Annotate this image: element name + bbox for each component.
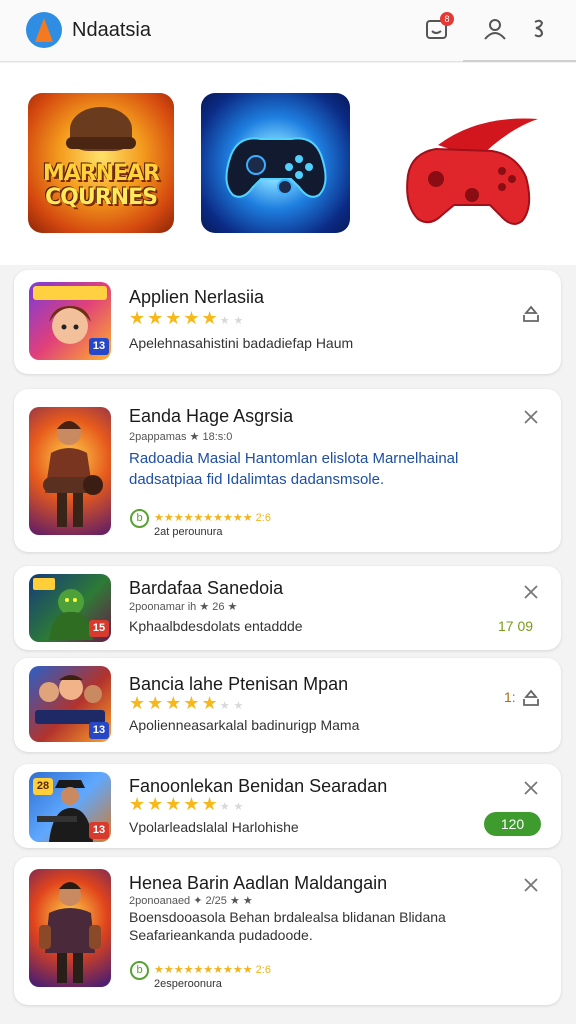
app-card[interactable]: 28 13 Fanoonlekan Benidan Searadan ★★★★★… — [14, 764, 561, 848]
app-title: Ndaatsia — [72, 19, 151, 41]
warrior-art — [43, 421, 103, 527]
app-title: Henea Barin Aadlan Maldangain — [129, 873, 388, 893]
star-rating: ★★★★★★★ — [129, 794, 248, 814]
app-title: Bancia lahe Ptenisan Mpan — [129, 674, 349, 694]
app-description-line1: Radoadia Masial Hantomlan elislota Marne… — [129, 450, 459, 467]
app-thumbnail: 13 — [29, 282, 111, 360]
promo-tile-controller[interactable] — [201, 93, 350, 233]
app-meta: 2poonamar ih ★ 26 ★ — [129, 601, 238, 613]
app-meta: 2ponoanaed ✦ 2/25 ★ ★ — [129, 895, 253, 907]
promo-tile-courses[interactable]: MARNEAR CQURNES — [28, 93, 174, 233]
app-subtext: 2at perounura — [154, 526, 223, 538]
app-description-line2: Seafarieankanda pudadoode. — [129, 927, 313, 943]
profile-icon[interactable] — [482, 16, 508, 42]
tab-indicator — [463, 60, 576, 62]
close-icon[interactable] — [521, 875, 541, 895]
app-description: Vpolarleadslalal Harlohishe — [129, 819, 299, 835]
app-thumbnail — [29, 869, 111, 987]
app-badge: 13 — [89, 722, 109, 739]
red-gamepad-icon[interactable] — [398, 115, 546, 235]
app-title: Bardafaa Sanedoia — [129, 578, 284, 598]
gamepad-icon — [225, 137, 327, 198]
fighter-art — [39, 882, 101, 983]
app-description-line1: Boensdooasola Behan brdalealsa blidanan … — [129, 909, 446, 925]
app-thumbnail: 28 13 — [29, 772, 111, 842]
app-card[interactable]: 15 Bardafaa Sanedoia 2poonamar ih ★ 26 ★… — [14, 566, 561, 650]
more-icon[interactable] — [530, 16, 546, 42]
app-subtext: 2esperoonura — [154, 978, 222, 990]
app-card[interactable]: Henea Barin Aadlan Maldangain 2ponoanaed… — [14, 857, 561, 1005]
share-icon[interactable] — [521, 688, 541, 708]
star-rating: ★★★★★★★ — [129, 693, 248, 713]
share-icon[interactable] — [521, 304, 541, 324]
app-description-line2: dadsatpiaa fid Idalimtas dadansmsole. — [129, 471, 385, 488]
app-badge: 13 — [89, 822, 109, 839]
logo-icon[interactable] — [26, 12, 62, 48]
promo-title-line2: CQURNES — [45, 185, 158, 210]
app-thumbnail: 15 — [29, 574, 111, 642]
app-card[interactable]: 13 Applien Nerlasiia ★★★★★★★ Apelehnasah… — [14, 270, 561, 374]
close-icon[interactable] — [521, 778, 541, 798]
promo-title-line1: MARNEAR — [42, 161, 160, 186]
app-description: Apolienneasarkalal badinurigp Mama — [129, 717, 360, 733]
app-value: 1: — [504, 689, 516, 705]
app-meta: 2pappamas ★ 18:s:0 — [129, 431, 233, 443]
app-card[interactable]: Eanda Hage Asgrsia 2pappamas ★ 18:s:0 Ra… — [14, 389, 561, 552]
star-rating: ★★★★★★★ — [129, 308, 248, 328]
small-star-rating: ★★★★★★★★★★ 2:6 — [154, 512, 271, 524]
rating-icon: b — [130, 509, 149, 528]
app-value: 17 09 — [498, 618, 534, 634]
app-title: Applien Nerlasiia — [129, 287, 265, 307]
app-thumbnail — [29, 407, 111, 535]
app-title: Eanda Hage Asgrsia — [129, 406, 294, 426]
app-corner-badge: 28 — [33, 778, 53, 795]
top-app-bar: Ndaatsia 8 — [0, 0, 576, 62]
hat-band-art — [66, 137, 136, 149]
rating-icon: b — [130, 961, 149, 980]
close-icon[interactable] — [521, 407, 541, 427]
app-badge: 15 — [89, 620, 109, 637]
app-card[interactable]: 13 Bancia lahe Ptenisan Mpan ★★★★★★★ Apo… — [14, 658, 561, 752]
app-badge: 13 — [89, 338, 109, 355]
price-pill[interactable]: 120 — [484, 812, 541, 836]
close-icon[interactable] — [521, 582, 541, 602]
app-description: Apelehnasahistini badadiefap Haum — [129, 335, 354, 351]
notification-badge: 8 — [440, 12, 454, 26]
app-description: Kphaalbdesdolats entaddde — [129, 618, 303, 634]
featured-banner: MARNEAR CQURNES — [0, 63, 576, 265]
small-star-rating: ★★★★★★★★★★ 2:6 — [154, 964, 271, 976]
app-thumbnail: 13 — [29, 666, 111, 742]
